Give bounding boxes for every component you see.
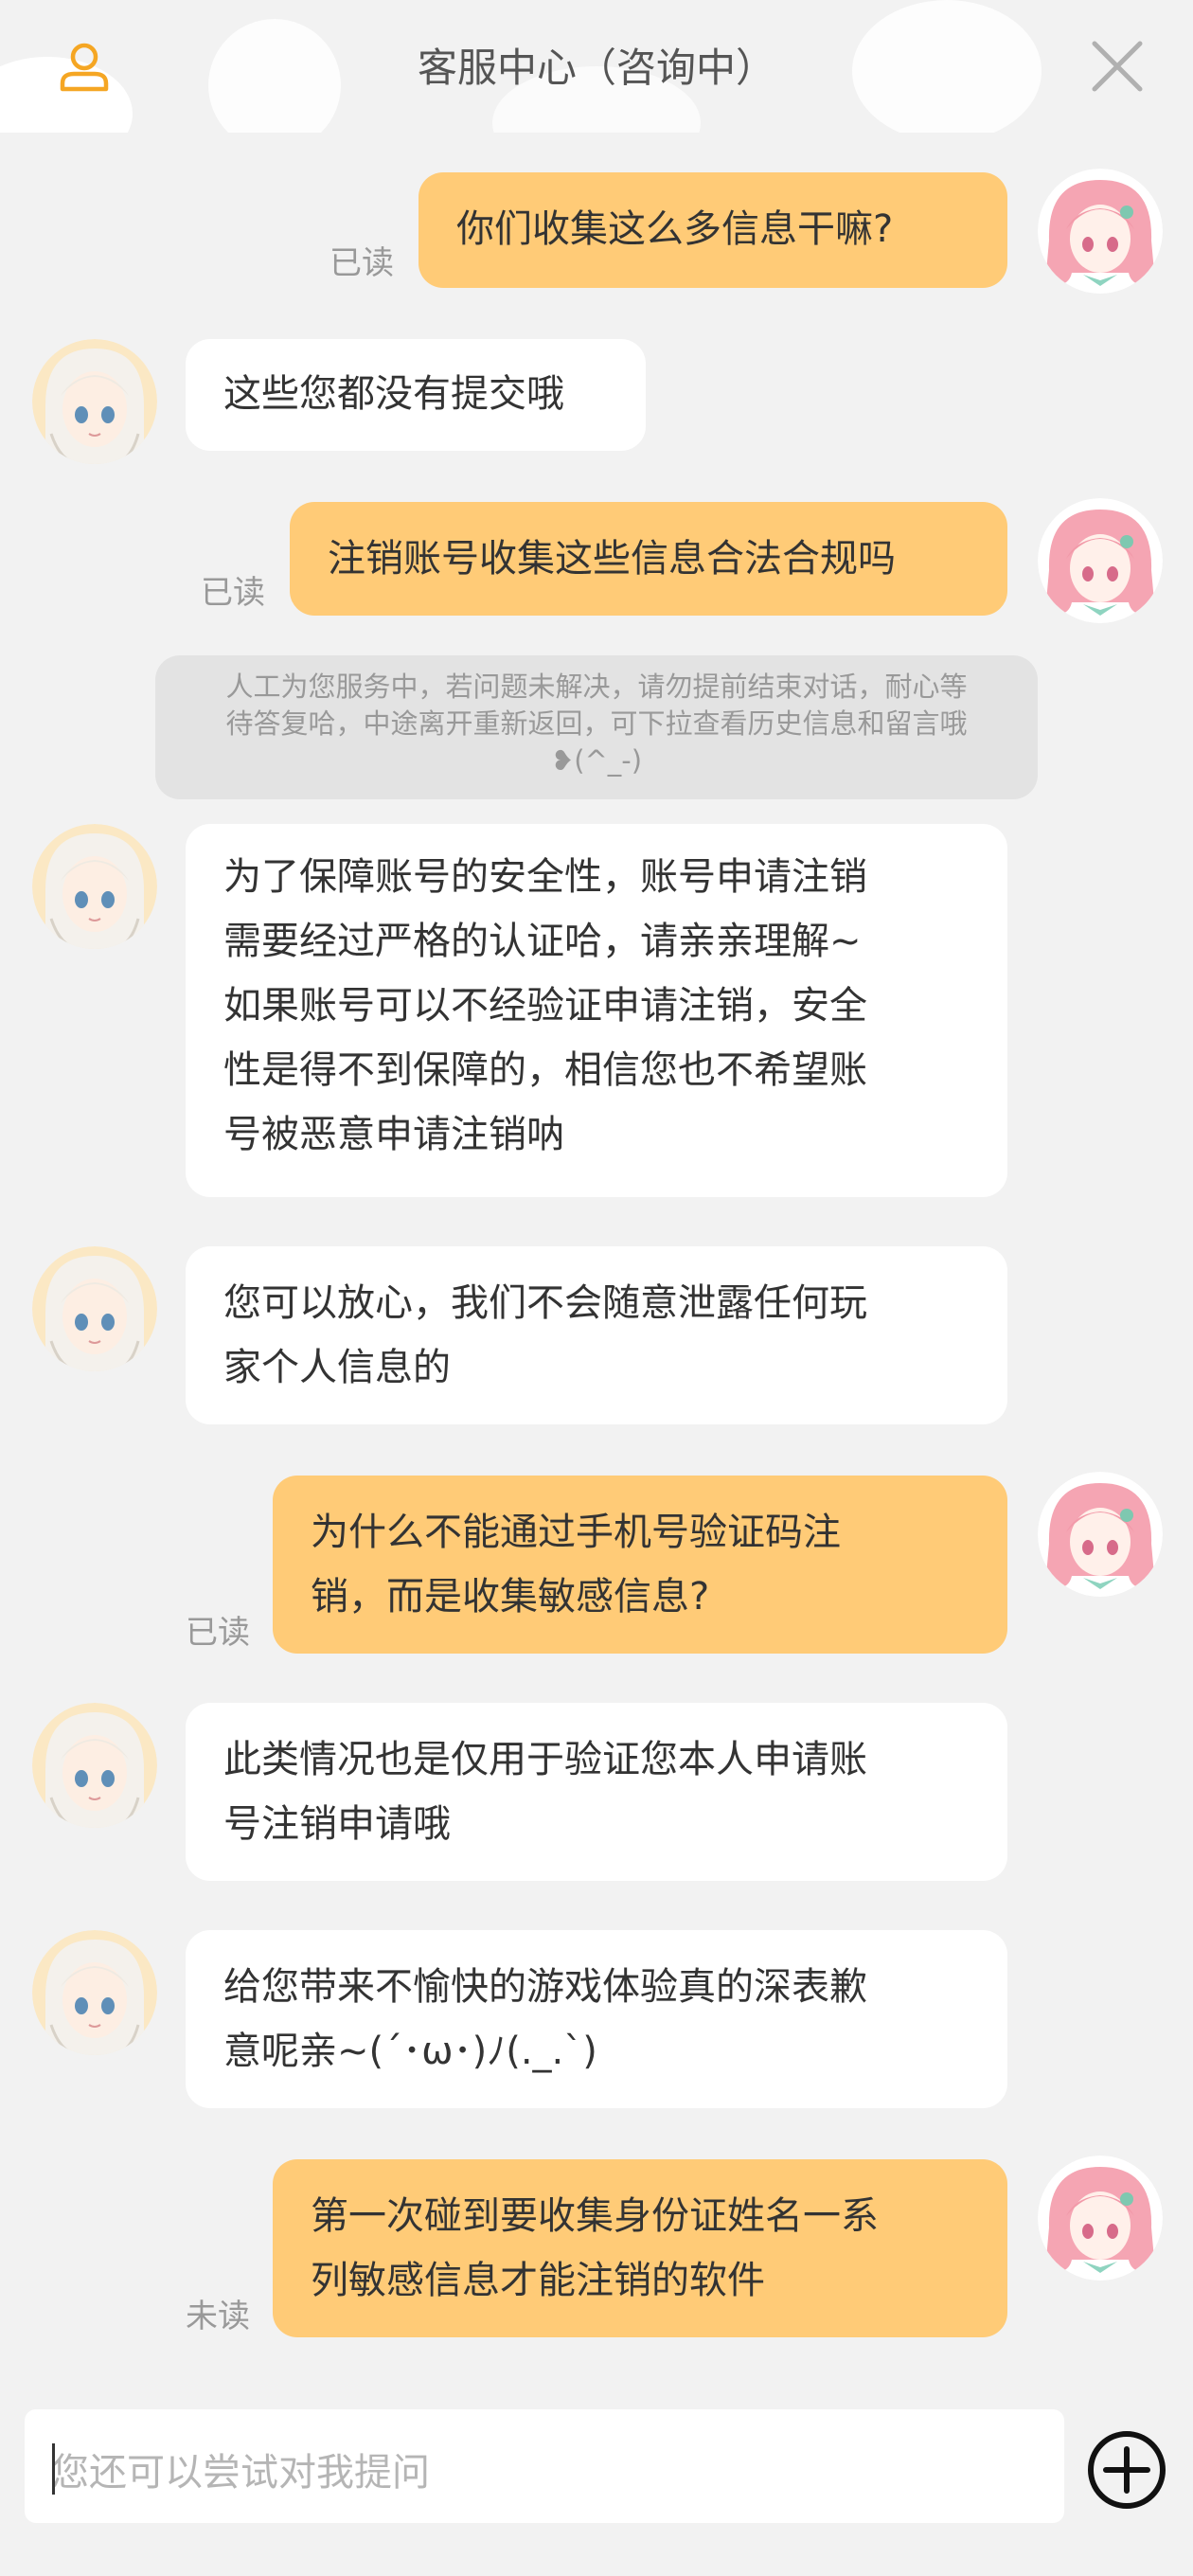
message-line: 为了保障账号的安全性，账号申请注销	[223, 855, 867, 899]
message-line: 此类情况也是仅用于验证您本人申请账	[223, 1738, 867, 1781]
message-row-user: 已读 为什么不能通过手机号验证码注 销，而是收集敏感信息?	[0, 1472, 1193, 1655]
message-line: 您可以放心，我们不会随意泄露任何玩	[223, 1281, 867, 1325]
message-line: 家个人信息的	[223, 1346, 451, 1389]
system-notice-line: 人工为您服务中，若问题未解决，请勿提前结束对话，耐心等	[225, 671, 968, 703]
message-line: 性是得不到保障的，相信您也不希望账	[223, 1048, 867, 1092]
message-row-agent: 这些您都没有提交哦	[0, 339, 1193, 472]
header-bar: 客服中心（咨询中）	[0, 0, 1193, 133]
read-status: 已读	[186, 1614, 250, 1652]
message-line: 如果账号可以不经验证申请注销，安全	[223, 984, 867, 1028]
message-line: 号注销申请哦	[223, 1802, 451, 1846]
message-line: 列敏感信息才能注销的软件	[311, 2259, 765, 2302]
user-message-bubble[interactable]: 第一次碰到要收集身份证姓名一系 列敏感信息才能注销的软件	[273, 2159, 1007, 2337]
message-row-agent: 为了保障账号的安全性，账号申请注销 需要经过严格的认证哈，请亲亲理解~ 如果账号…	[0, 824, 1193, 1203]
agent-message-bubble[interactable]: 您可以放心，我们不会随意泄露任何玩 家个人信息的	[186, 1246, 1007, 1424]
message-input[interactable]: 您还可以尝试对我提问	[25, 2409, 1064, 2523]
message-row-agent: 此类情况也是仅用于验证您本人申请账 号注销申请哦	[0, 1703, 1193, 1883]
user-message-bubble[interactable]: 你们收集这么多信息干嘛?	[418, 172, 1007, 288]
message-row-user: 已读 注销账号收集这些信息合法合规吗	[0, 498, 1193, 635]
agent-message-bubble[interactable]: 这些您都没有提交哦	[186, 339, 646, 451]
user-message-bubble[interactable]: 为什么不能通过手机号验证码注 销，而是收集敏感信息?	[273, 1476, 1007, 1654]
message-line: 需要经过严格的认证哈，请亲亲理解~	[223, 920, 862, 963]
message-line: 为什么不能通过手机号验证码注	[311, 1511, 841, 1554]
agent-message-bubble[interactable]: 为了保障账号的安全性，账号申请注销 需要经过严格的认证哈，请亲亲理解~ 如果账号…	[186, 824, 1007, 1197]
message-line: 销，而是收集敏感信息?	[311, 1575, 710, 1619]
message-row-agent: 给您带来不愉快的游戏体验真的深表歉 意呢亲~(´･ω･)ﾉ(._.`)	[0, 1930, 1193, 2110]
input-placeholder: 您还可以尝试对我提问	[51, 2451, 430, 2495]
plus-circle-icon[interactable]	[1085, 2428, 1168, 2512]
user-avatar[interactable]	[1038, 498, 1163, 623]
agent-message-bubble[interactable]: 此类情况也是仅用于验证您本人申请账 号注销申请哦	[186, 1703, 1007, 1881]
message-line: 给您带来不愉快的游戏体验真的深表歉	[223, 1965, 867, 2009]
agent-avatar[interactable]	[32, 1703, 157, 1828]
message-row-agent: 您可以放心，我们不会随意泄露任何玩 家个人信息的	[0, 1246, 1193, 1426]
agent-avatar[interactable]	[32, 1246, 157, 1371]
agent-avatar[interactable]	[32, 1930, 157, 2055]
agent-avatar[interactable]	[32, 339, 157, 464]
message-line: 第一次碰到要收集身份证姓名一系	[311, 2194, 879, 2238]
input-bar: 您还可以尝试对我提问	[0, 2383, 1193, 2576]
user-message-bubble[interactable]: 注销账号收集这些信息合法合规吗	[290, 502, 1007, 616]
system-notice: 人工为您服务中，若问题未解决，请勿提前结束对话，耐心等 待答复哈，中途离开重新返…	[155, 655, 1038, 799]
message-line: 意呢亲~(´･ω･)ﾉ(._.`)	[223, 2030, 597, 2073]
system-notice-line: 待答复哈，中途离开重新返回，可下拉查看历史信息和留言哦	[225, 707, 968, 740]
message-line: 号被恶意申请注销呐	[223, 1113, 564, 1156]
text-caret	[52, 2443, 55, 2495]
read-status: 未读	[186, 2298, 250, 2335]
message-row-user: 已读 你们收集这么多信息干嘛?	[0, 169, 1193, 305]
read-status: 已读	[201, 574, 265, 612]
user-avatar[interactable]	[1038, 2156, 1163, 2281]
close-icon[interactable]	[1087, 36, 1148, 97]
agent-avatar[interactable]	[32, 824, 157, 949]
agent-message-bubble[interactable]: 给您带来不愉快的游戏体验真的深表歉 意呢亲~(´･ω･)ﾉ(._.`)	[186, 1930, 1007, 2108]
read-status: 已读	[329, 244, 394, 282]
page-title: 客服中心（咨询中）	[417, 45, 775, 91]
message-row-user: 未读 第一次碰到要收集身份证姓名一系 列敏感信息才能注销的软件	[0, 2156, 1193, 2339]
system-notice-line: ❥(^_-)	[550, 744, 643, 777]
user-avatar[interactable]	[1038, 169, 1163, 294]
user-avatar[interactable]	[1038, 1472, 1163, 1597]
